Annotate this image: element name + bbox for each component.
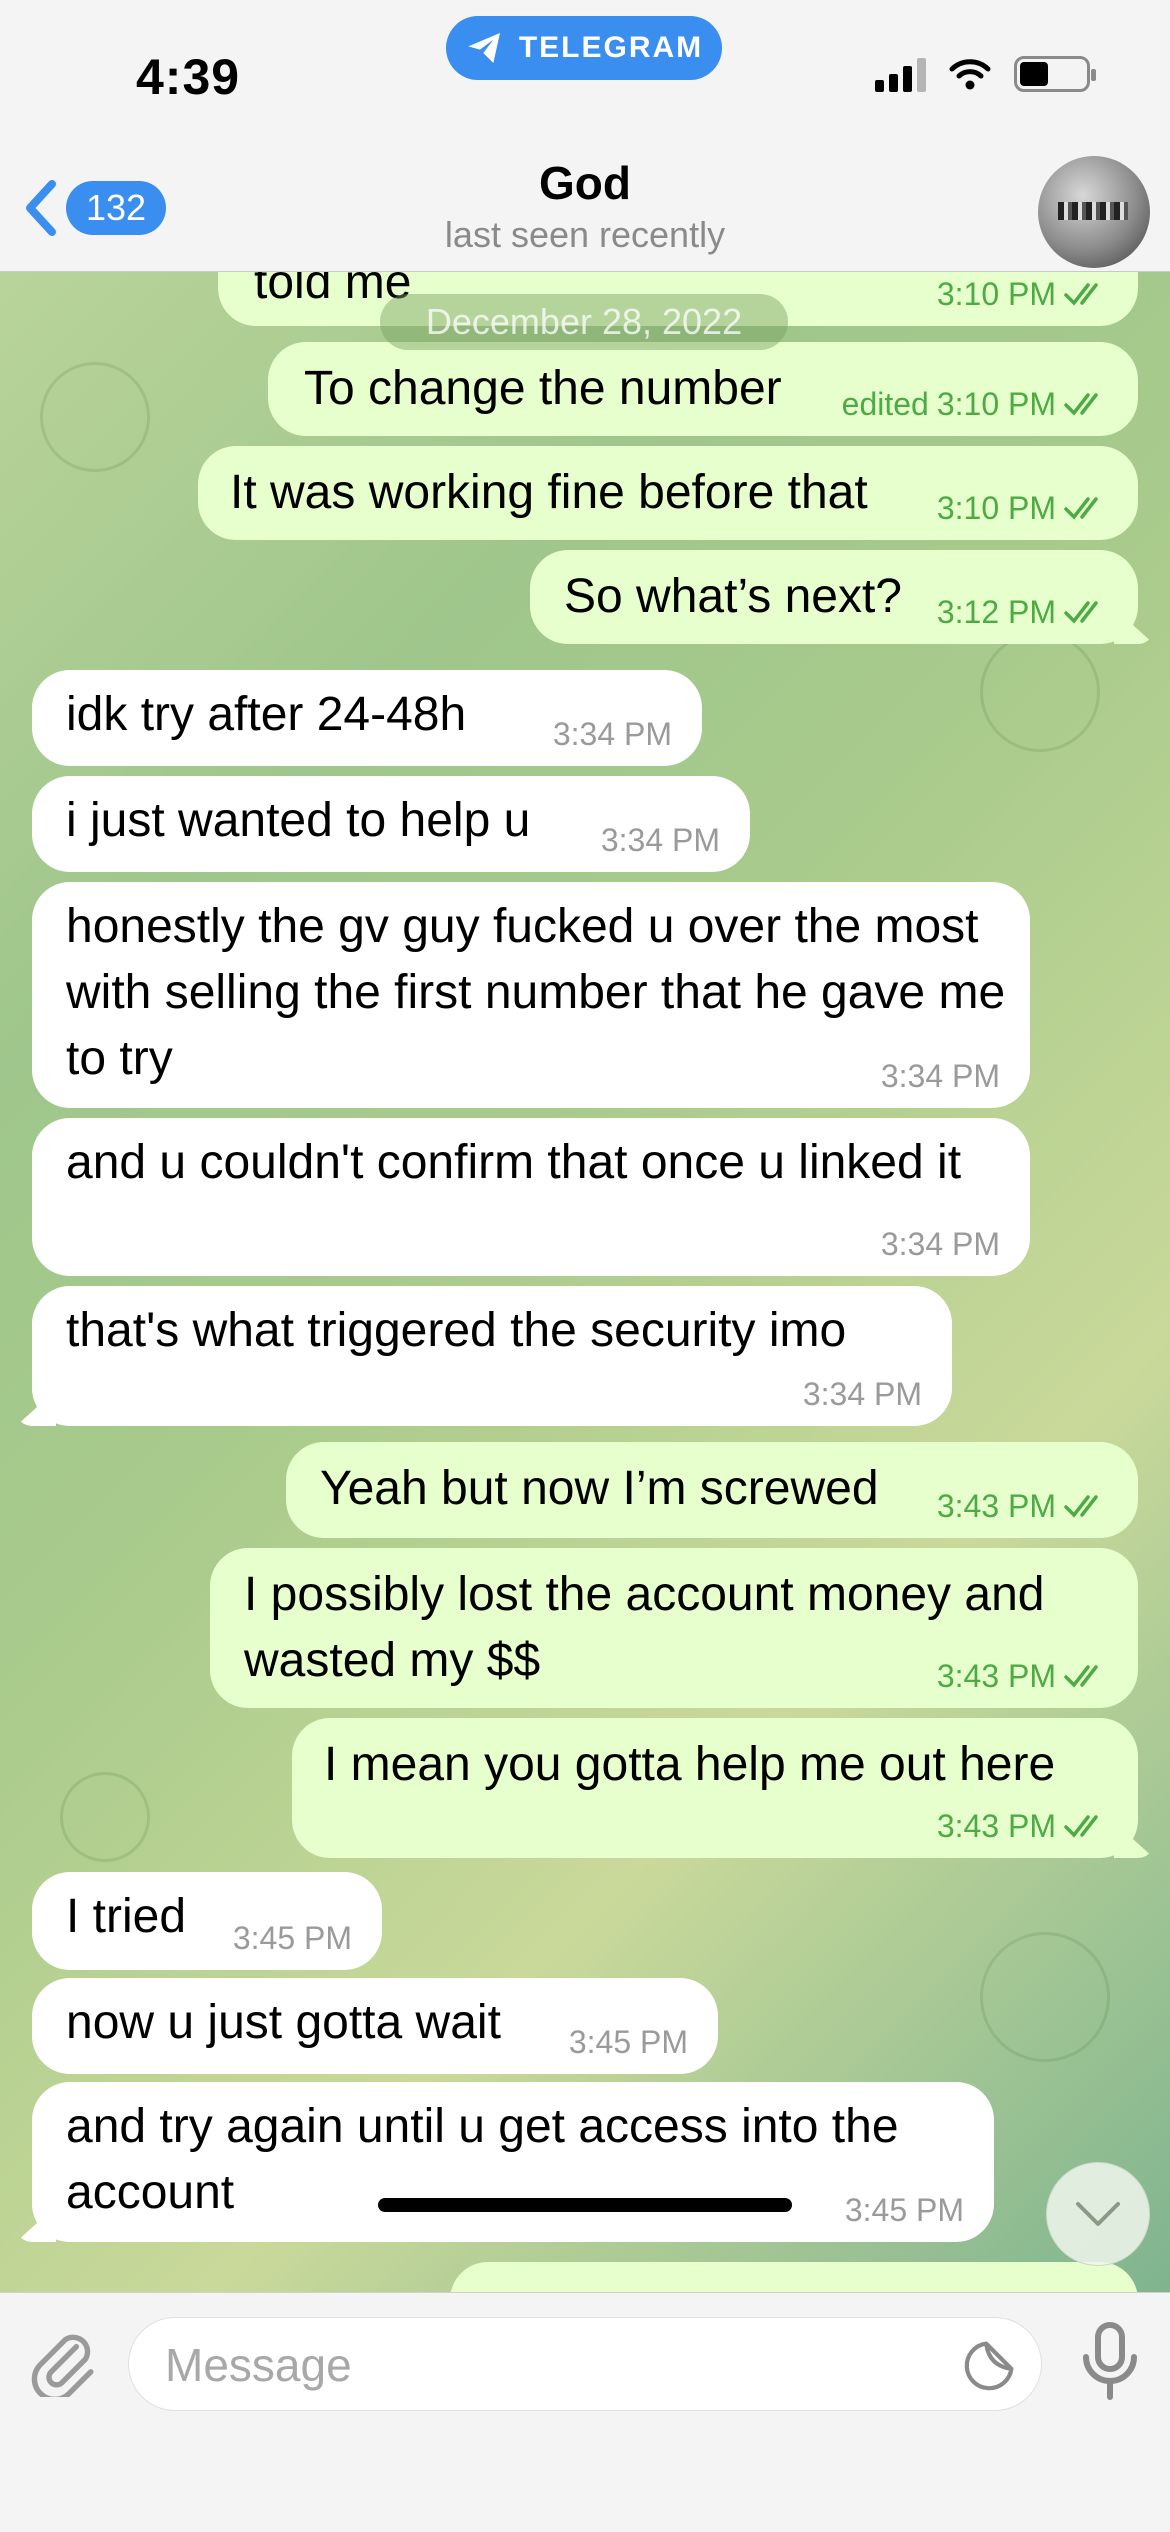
message-text: and u couldn't confirm that once u linke… <box>66 1136 962 1189</box>
message-text: I tried <box>66 1890 187 1943</box>
double-check-icon <box>1064 601 1098 624</box>
battery-icon <box>1014 56 1096 92</box>
status-icons <box>875 56 1096 92</box>
scroll-to-bottom-button[interactable] <box>1046 2162 1150 2266</box>
incoming-message[interactable]: now u just gotta wait 3:45 PM <box>32 1978 718 2074</box>
message-time: 3:34 PM <box>880 1058 1000 1094</box>
message-text: To change the number <box>304 362 782 415</box>
message-input[interactable] <box>165 2336 945 2394</box>
sticker-icon[interactable] <box>961 2338 1017 2394</box>
double-check-icon <box>1064 1495 1098 1518</box>
outgoing-message[interactable]: I possibly lost the account money and wa… <box>210 1548 1138 1708</box>
chat-header: 4:39 TELEGRAM 132 God last seen recently <box>0 0 1170 272</box>
incoming-message[interactable]: i just wanted to help u 3:34 PM <box>32 776 750 872</box>
wallpaper-doodle <box>980 632 1100 752</box>
double-check-icon <box>1064 393 1098 416</box>
chat-status: last seen recently <box>444 214 726 255</box>
message-time: 3:34 PM <box>802 1376 922 1412</box>
message-text: So what’s next? <box>564 570 902 623</box>
message-text: i just wanted to help u <box>66 794 531 847</box>
message-text: It was working fine before that <box>230 466 868 519</box>
message-input-field[interactable] <box>128 2317 1042 2411</box>
cellular-signal-icon <box>875 56 926 92</box>
app-pill-label: TELEGRAM <box>518 31 704 64</box>
message-text: that's what triggered the security imo <box>66 1304 847 1357</box>
message-time: 3:43 PM <box>936 1488 1056 1524</box>
incoming-message[interactable]: that's what triggered the security imo 3… <box>32 1286 952 1426</box>
incoming-message[interactable]: honestly the gv guy fucked u over the mo… <box>32 882 1030 1108</box>
message-text: I mean you gotta help me out here <box>324 1738 1056 1791</box>
paper-plane-icon <box>468 33 500 63</box>
status-time: 4:39 <box>136 49 241 105</box>
outgoing-message[interactable]: I mean you gotta help me out here 3:43 P… <box>292 1718 1138 1858</box>
message-time: 3:45 PM <box>232 1920 352 1956</box>
message-time: 3:34 PM <box>552 716 672 752</box>
return-to-telegram-pill[interactable]: TELEGRAM <box>446 16 722 80</box>
message-time: 3:10 PM <box>936 276 1056 312</box>
message-time: 3:43 PM <box>936 1808 1056 1844</box>
incoming-message[interactable]: and u couldn't confirm that once u linke… <box>32 1118 1030 1276</box>
outgoing-message[interactable]: It was working fine before that 3:10 PM <box>198 446 1138 540</box>
incoming-message[interactable]: I tried 3:45 PM <box>32 1872 382 1970</box>
wallpaper-doodle <box>980 1932 1110 2062</box>
double-check-icon <box>1064 497 1098 520</box>
edited-label: edited <box>841 386 929 422</box>
double-check-icon <box>1064 1665 1098 1688</box>
message-time: 3:45 PM <box>844 2192 964 2228</box>
outgoing-message[interactable]: Yeah but now I’m screwed 3:43 PM <box>286 1442 1138 1538</box>
paperclip-icon[interactable] <box>26 2325 98 2397</box>
message-text: now u just gotta wait <box>66 1996 501 2049</box>
double-check-icon <box>1064 283 1098 306</box>
message-time: 3:12 PM <box>936 594 1056 630</box>
message-time: 3:34 PM <box>880 1226 1000 1262</box>
message-time: 3:10 PM <box>936 386 1056 422</box>
wallpaper-doodle <box>40 362 150 472</box>
message-time: 3:43 PM <box>936 1658 1056 1694</box>
avatar[interactable] <box>1038 156 1150 268</box>
double-check-icon <box>1064 1815 1098 1838</box>
incoming-message[interactable]: idk try after 24-48h 3:34 PM <box>32 670 702 766</box>
date-separator: December 28, 2022 <box>380 294 788 350</box>
message-time: 3:45 PM <box>568 2024 688 2060</box>
outgoing-message-partial[interactable] <box>450 2262 1138 2292</box>
outgoing-message[interactable]: To change the number edited 3:10 PM <box>268 342 1138 436</box>
composer-bar <box>0 2292 1170 2532</box>
home-indicator[interactable] <box>378 2198 792 2212</box>
message-time: 3:10 PM <box>936 490 1056 526</box>
message-text: Yeah but now I’m screwed <box>320 1462 879 1515</box>
message-text: idk try after 24-48h <box>66 688 467 741</box>
incoming-message[interactable]: and try again until u get access into th… <box>32 2082 994 2242</box>
microphone-icon[interactable] <box>1080 2321 1140 2401</box>
outgoing-message[interactable]: So what’s next? 3:12 PM <box>530 550 1138 644</box>
wifi-icon <box>949 59 991 90</box>
message-time: 3:34 PM <box>600 822 720 858</box>
chat-title[interactable]: God <box>0 156 1170 210</box>
chevron-down-icon <box>1076 2202 1120 2226</box>
wallpaper-doodle <box>60 1772 150 1862</box>
message-list[interactable]: December 28, 2022 told me 3:10 PM To cha… <box>0 272 1170 2292</box>
message-text: honestly the gv guy fucked u over the mo… <box>66 900 1006 1085</box>
